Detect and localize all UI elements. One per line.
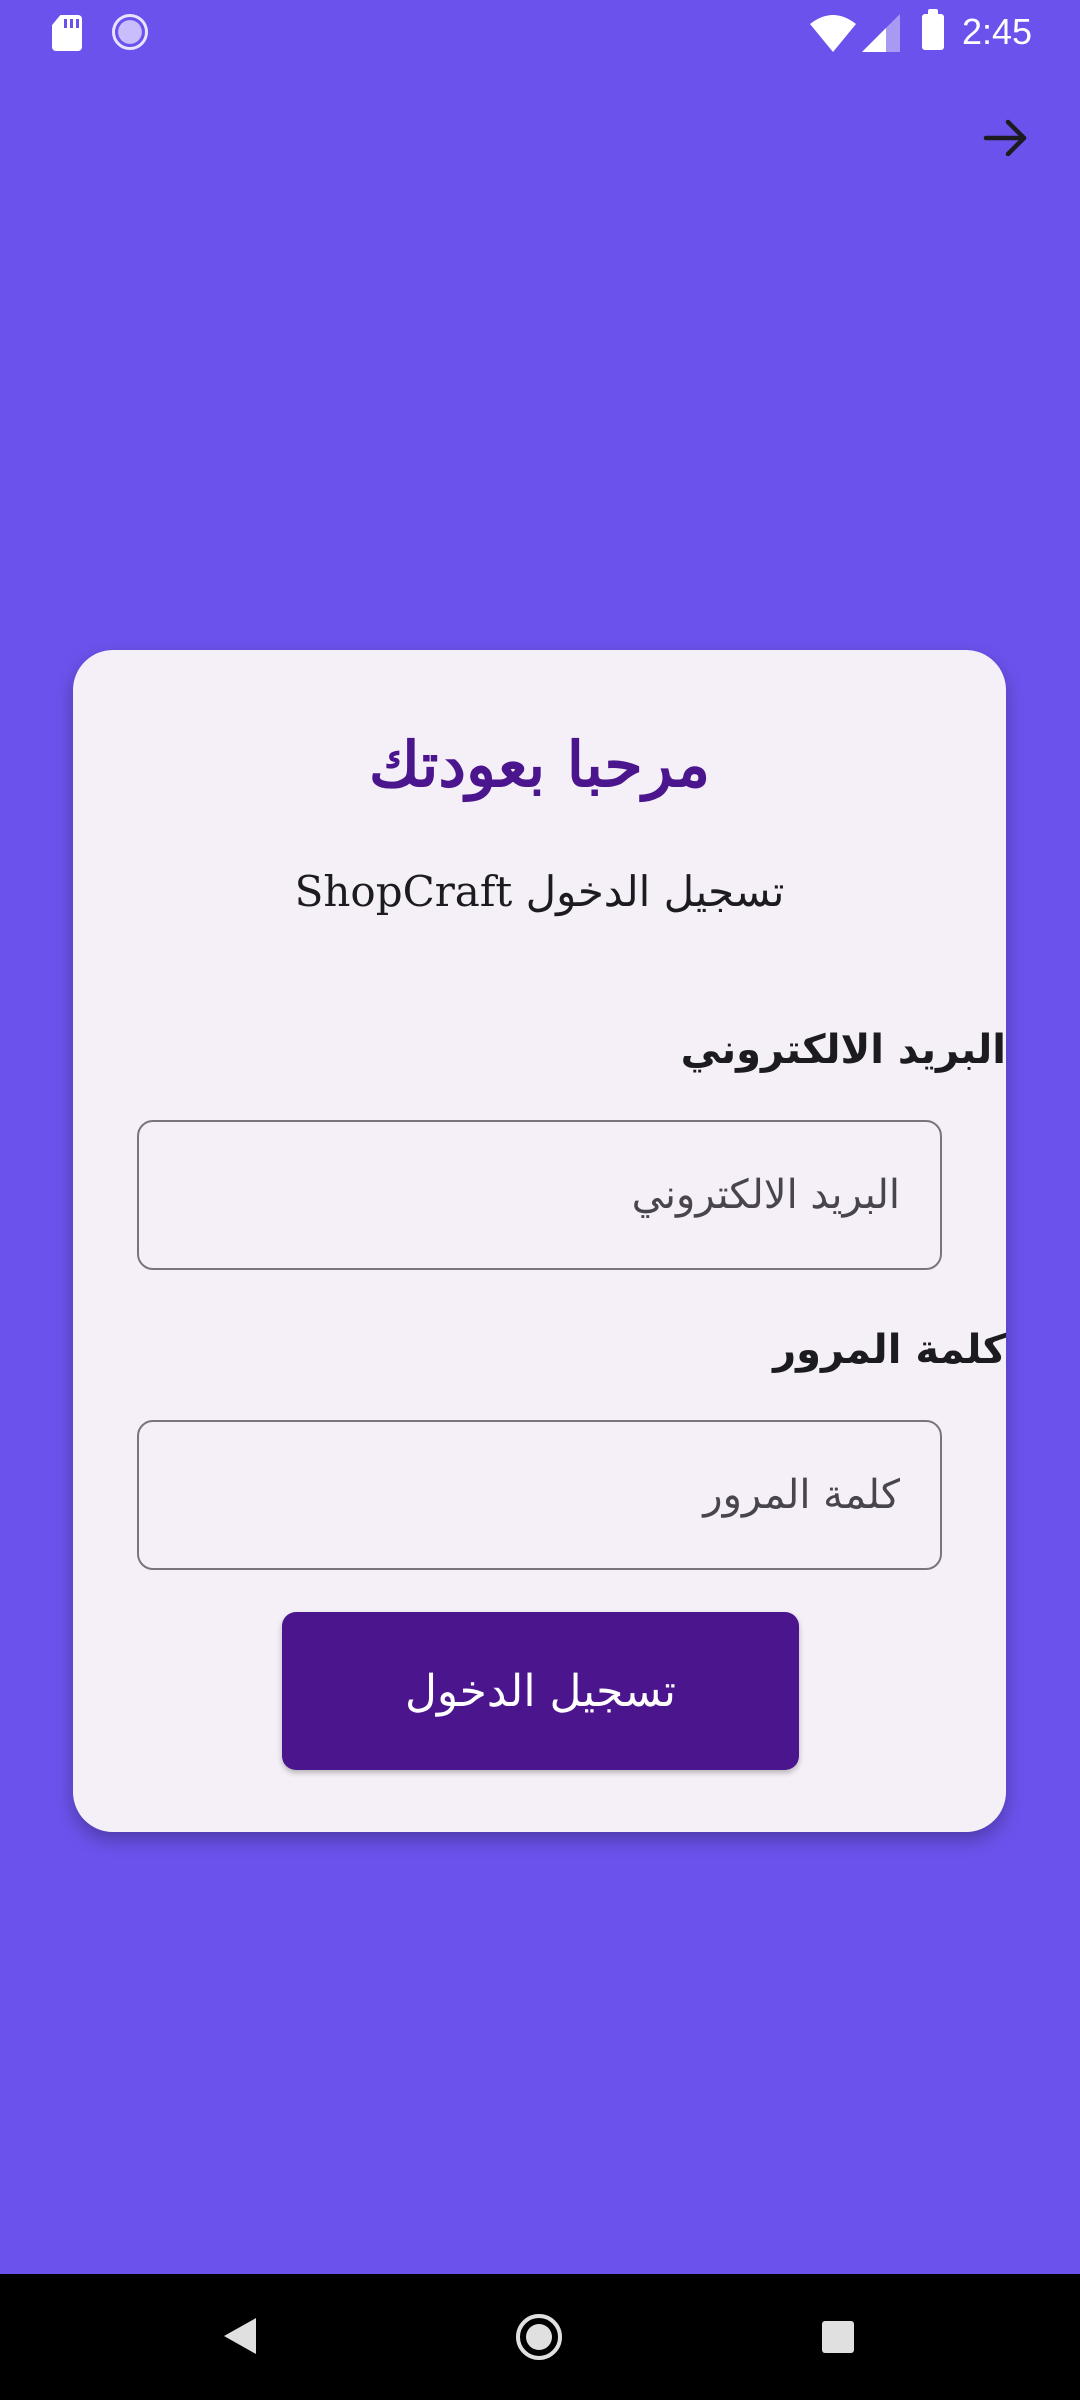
battery-icon [922,9,944,50]
status-bar: 2:45 [0,0,1080,64]
back-icon[interactable] [222,2316,258,2356]
home-icon[interactable] [516,2314,562,2360]
status-time: 2:45 [962,11,1033,52]
signal-icon [862,14,900,52]
email-label: البريد الالكتروني [680,1027,1006,1073]
sync-icon [112,14,148,50]
password-label: كلمة المرور [773,1327,1006,1373]
arrow-forward-icon[interactable] [978,110,1034,166]
sd-card-icon [52,15,82,51]
login-button[interactable]: تسجيل الدخول [282,1612,799,1770]
wifi-icon [810,15,856,52]
recents-icon[interactable] [822,2321,854,2353]
login-card: مرحبا بعودتك تسجيل الدخول ShopCraft البر… [73,650,1006,1832]
email-field[interactable] [137,1120,942,1270]
navigation-bar [0,2274,1080,2400]
login-subtitle: تسجيل الدخول ShopCraft [294,867,785,916]
welcome-title: مرحبا بعودتك [368,728,711,801]
password-field[interactable] [137,1420,942,1570]
